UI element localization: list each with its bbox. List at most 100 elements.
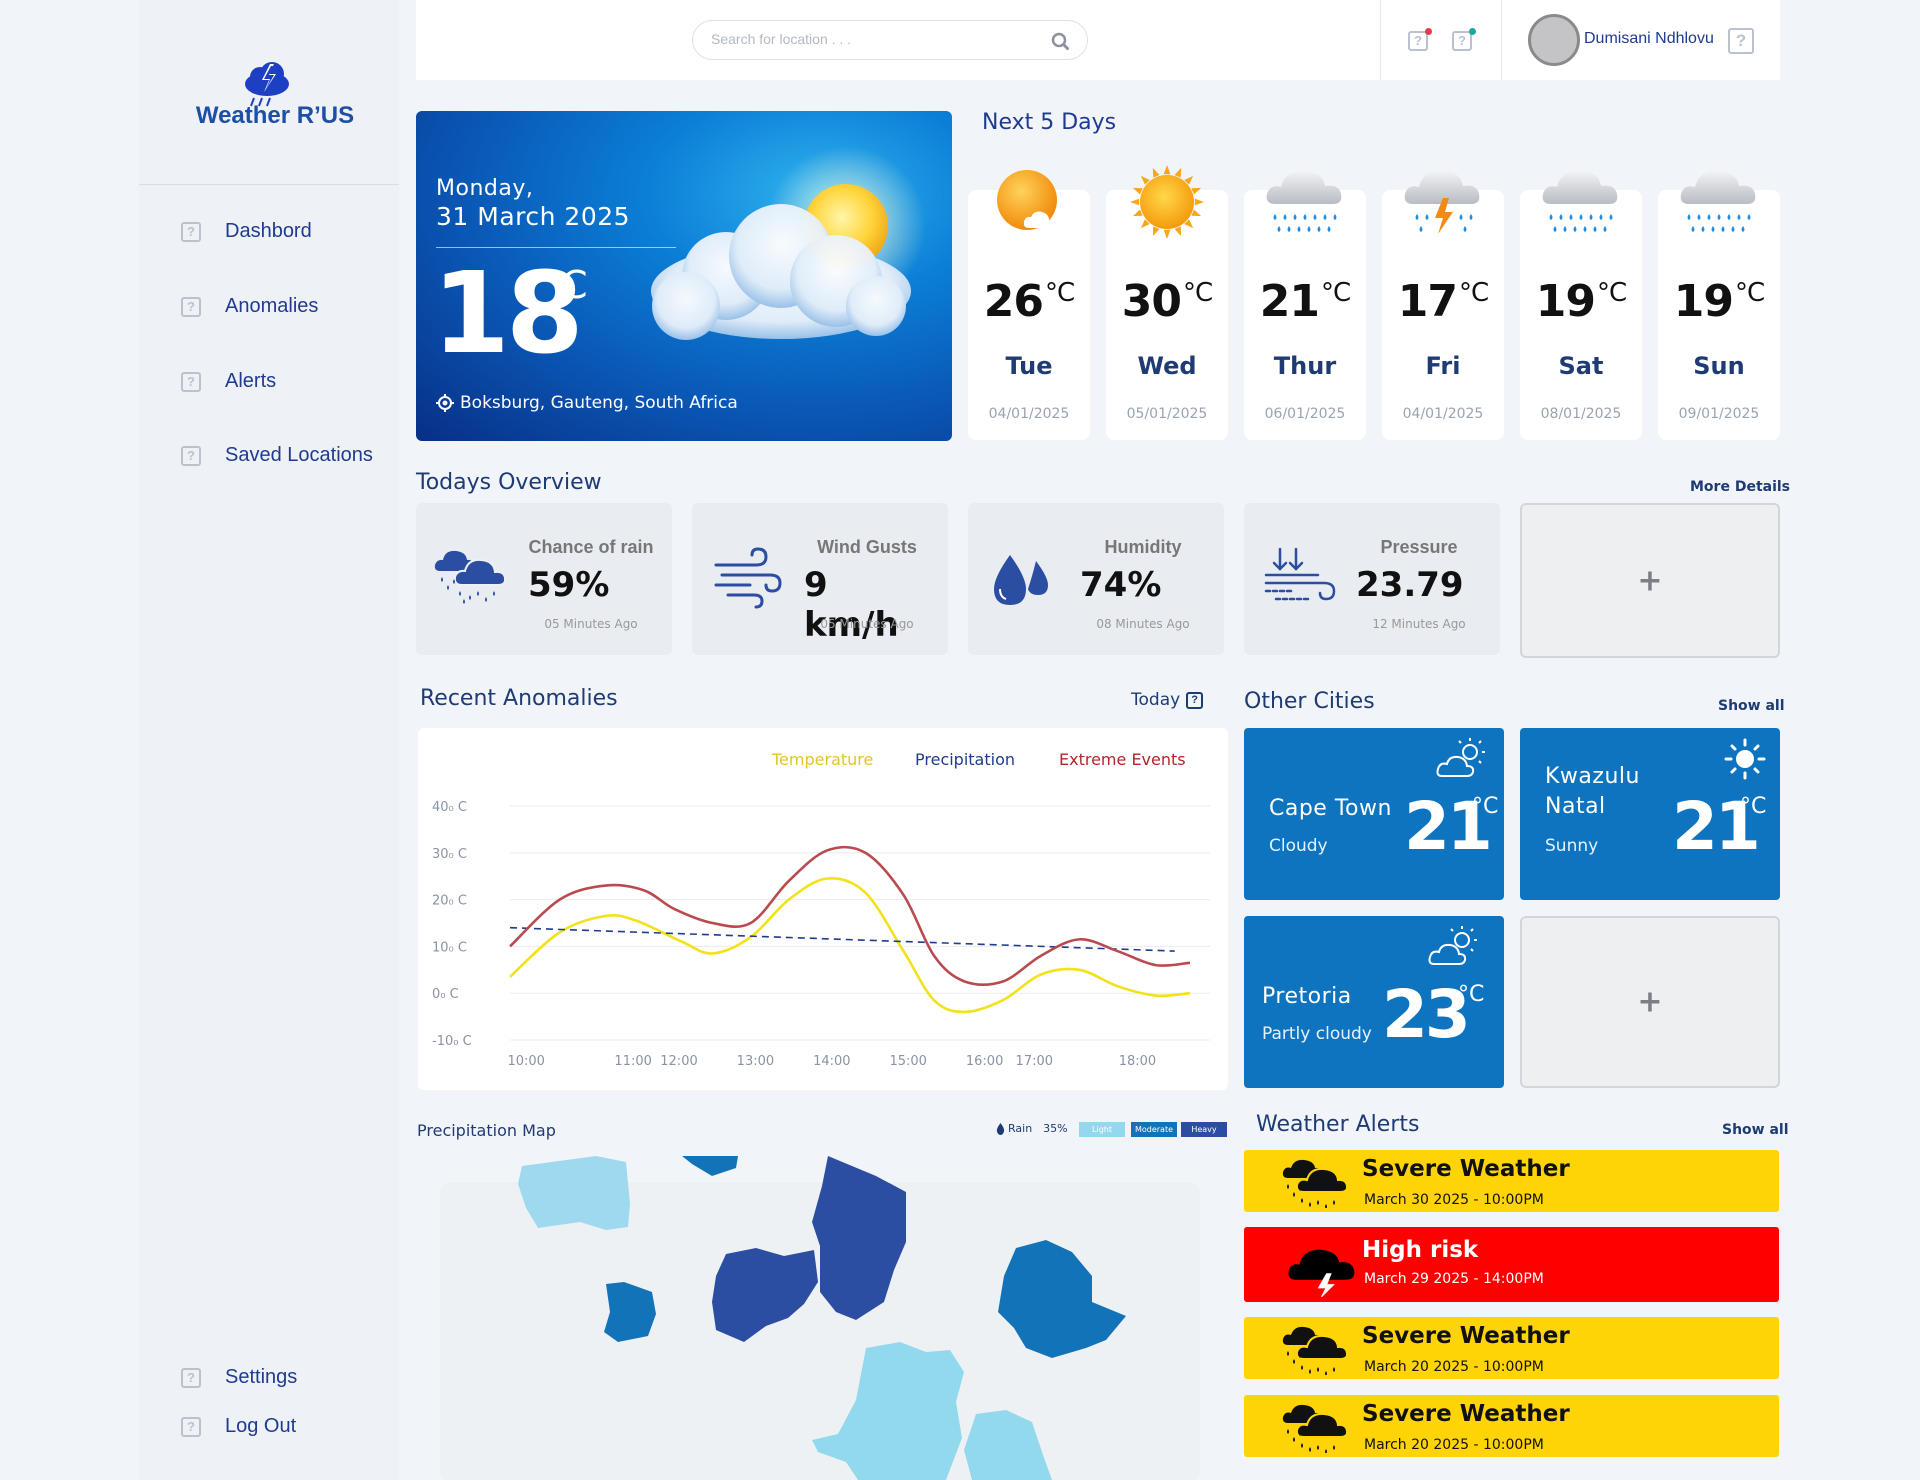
city-card-pretoria[interactable]: Pretoria Partly cloudy 23 °C: [1244, 916, 1504, 1088]
temperature-unit: °C: [1472, 794, 1499, 819]
nav-item-alerts[interactable]: ? Alerts: [181, 370, 276, 393]
rain-label: Rain: [1008, 1122, 1033, 1135]
alert-card[interactable]: Severe Weather March 20 2025 - 10:00PM: [1244, 1395, 1779, 1457]
search-box[interactable]: [692, 20, 1088, 60]
nav-label: Log Out: [225, 1415, 297, 1437]
y-tick-label: 10₀ C: [432, 940, 467, 955]
alert-title: High risk: [1362, 1237, 1479, 1263]
sun-icon: [1724, 738, 1766, 780]
overview-card[interactable]: Humidity 74% 08 Minutes Ago: [968, 503, 1224, 655]
map-region-moderate[interactable]: [682, 1156, 738, 1176]
pressure-icon: [1264, 547, 1336, 601]
temperature-unit: °C: [542, 263, 588, 307]
notification-icon: ?: [1408, 31, 1428, 51]
series-temperature[interactable]: [509, 877, 1191, 1014]
nav-item-settings[interactable]: ? Settings: [181, 1366, 297, 1389]
alert-card[interactable]: Severe Weather March 20 2025 - 10:00PM: [1244, 1317, 1779, 1379]
more-details-link[interactable]: More Details: [1690, 479, 1790, 495]
raindrop-icon: [996, 1122, 1005, 1135]
overview-card[interactable]: Chance of rain 59% 05 Minutes Ago: [416, 503, 672, 655]
add-overview-card-button[interactable]: +: [1520, 503, 1780, 658]
legend-heavy: Heavy: [1181, 1122, 1227, 1137]
date: 31 March 2025: [436, 202, 631, 231]
overview-timestamp: 08 Minutes Ago: [1096, 617, 1190, 631]
x-tick-label: 14:00: [813, 1054, 850, 1069]
cities-show-all-link[interactable]: Show all: [1718, 698, 1785, 714]
forecast-temperature: 26°C: [968, 276, 1090, 327]
alert-time: March 29 2025 - 14:00PM: [1364, 1271, 1544, 1287]
messages-button[interactable]: ?: [1452, 28, 1476, 52]
forecast-day-card[interactable]: 26°C Tue 04/01/2025: [968, 170, 1090, 440]
forecast-date: 06/01/2025: [1264, 406, 1346, 422]
rain-cloud-icon: [1680, 170, 1756, 232]
overview-card[interactable]: Pressure 23.79 12 Minutes Ago: [1244, 503, 1500, 655]
temperature-unit: °C: [1183, 278, 1213, 308]
x-tick-label: 12:00: [660, 1054, 697, 1069]
rain-cloud-icon: [1542, 170, 1618, 232]
storm-rain-icon: [1282, 1404, 1346, 1453]
storm-rain-icon: [1282, 1326, 1346, 1375]
alerts-show-all-link[interactable]: Show all: [1722, 1122, 1789, 1138]
time-filter-dropdown[interactable]: Today ?: [1131, 690, 1204, 710]
alert-card[interactable]: High risk March 29 2025 - 14:00PM: [1244, 1227, 1779, 1302]
placeholder-icon: ?: [181, 445, 201, 466]
city-name: Cape Town: [1269, 796, 1392, 821]
user-menu-icon[interactable]: ?: [1728, 28, 1754, 54]
forecast-day-card[interactable]: 21°C Thur 06/01/2025: [1244, 170, 1366, 440]
overview-card[interactable]: Wind Gusts 9 km/h 05 Minutes Ago: [692, 503, 948, 655]
location-text: Boksburg, Gauteng, South Africa: [460, 393, 738, 413]
map-region-moderate[interactable]: [604, 1282, 656, 1342]
temperature-unit: °C: [1459, 278, 1489, 308]
anomalies-line-chart: 40₀ C 30₀ C 20₀ C 10₀ C 0₀ C -10₀ C 10:00 11:00…: [432, 800, 1210, 1069]
forecast-day-card[interactable]: 17°C Fri 04/01/2025: [1382, 170, 1504, 440]
city-card-cape-town[interactable]: Cape Town Cloudy 21 °C: [1244, 728, 1504, 900]
notification-button[interactable]: ?: [1408, 28, 1432, 52]
overview-label: Pressure: [1380, 537, 1458, 557]
wind-icon: [714, 547, 782, 609]
forecast-day-name: Wed: [1137, 352, 1197, 380]
forecast-day-card[interactable]: 19°C Sun 09/01/2025: [1658, 170, 1780, 440]
precipitation-map[interactable]: [416, 1152, 1226, 1480]
map-region-light[interactable]: [518, 1156, 630, 1230]
forecast-temperature: 19°C: [1520, 276, 1642, 327]
nav-item-dashboard[interactable]: ? Dashbord: [181, 220, 312, 243]
brand-name: Weather R’US: [195, 102, 355, 129]
overview-timestamp: 05 Minutes Ago: [544, 617, 638, 631]
x-tick-label: 15:00: [889, 1054, 926, 1069]
forecast-temperature: 17°C: [1382, 276, 1504, 327]
temperature-value: 17: [1397, 276, 1458, 327]
nav-item-saved-locations[interactable]: ? Saved Locations: [181, 444, 373, 467]
temperature-value: 19: [1673, 276, 1734, 327]
add-city-button[interactable]: +: [1520, 916, 1780, 1088]
forecast-temperature: 21°C: [1244, 276, 1366, 327]
legend-moderate: Moderate: [1131, 1122, 1177, 1137]
avatar[interactable]: [1528, 14, 1580, 66]
sidebar-divider: [139, 184, 399, 185]
forecast-day-name: Tue: [1005, 352, 1053, 380]
forecast-date: 09/01/2025: [1678, 406, 1760, 422]
city-condition: Partly cloudy: [1262, 1024, 1372, 1044]
user-name[interactable]: Dumisani Ndhlovu: [1584, 30, 1714, 48]
nav-item-logout[interactable]: ? Log Out: [181, 1415, 296, 1438]
forecast-day-card[interactable]: 30°C Wed 05/01/2025: [1106, 165, 1228, 440]
forecast-day-card[interactable]: 19°C Sat 08/01/2025: [1520, 170, 1642, 440]
sidebar: Weather R’US ? Dashbord ? Anomalies ? Al…: [139, 0, 399, 1480]
rain-icon: [434, 550, 507, 604]
anomalies-chart-card: Temperature Precipitation Extreme Events…: [418, 728, 1228, 1090]
city-card-kwazulu-natal[interactable]: Kwazulu Natal Sunny 21 °C: [1520, 728, 1780, 900]
current-location[interactable]: Boksburg, Gauteng, South Africa: [436, 393, 738, 413]
search-input[interactable]: [711, 31, 1031, 47]
divider: [436, 247, 676, 248]
time-filter-label: Today: [1131, 690, 1181, 710]
city-name: Pretoria: [1262, 984, 1352, 1009]
search-icon[interactable]: [1051, 32, 1069, 50]
temperature-unit: °C: [1321, 278, 1351, 308]
temperature-unit: °C: [1045, 278, 1075, 308]
thunderstorm-icon: [1288, 1249, 1355, 1297]
messages-dot: [1469, 28, 1476, 35]
nav-item-anomalies[interactable]: ? Anomalies: [181, 295, 318, 318]
placeholder-icon: ?: [181, 221, 201, 242]
alert-card[interactable]: Severe Weather March 30 2025 - 10:00PM: [1244, 1150, 1779, 1212]
city-name: Kwazulu Natal: [1545, 764, 1640, 819]
overview-label: Humidity: [1104, 537, 1182, 557]
